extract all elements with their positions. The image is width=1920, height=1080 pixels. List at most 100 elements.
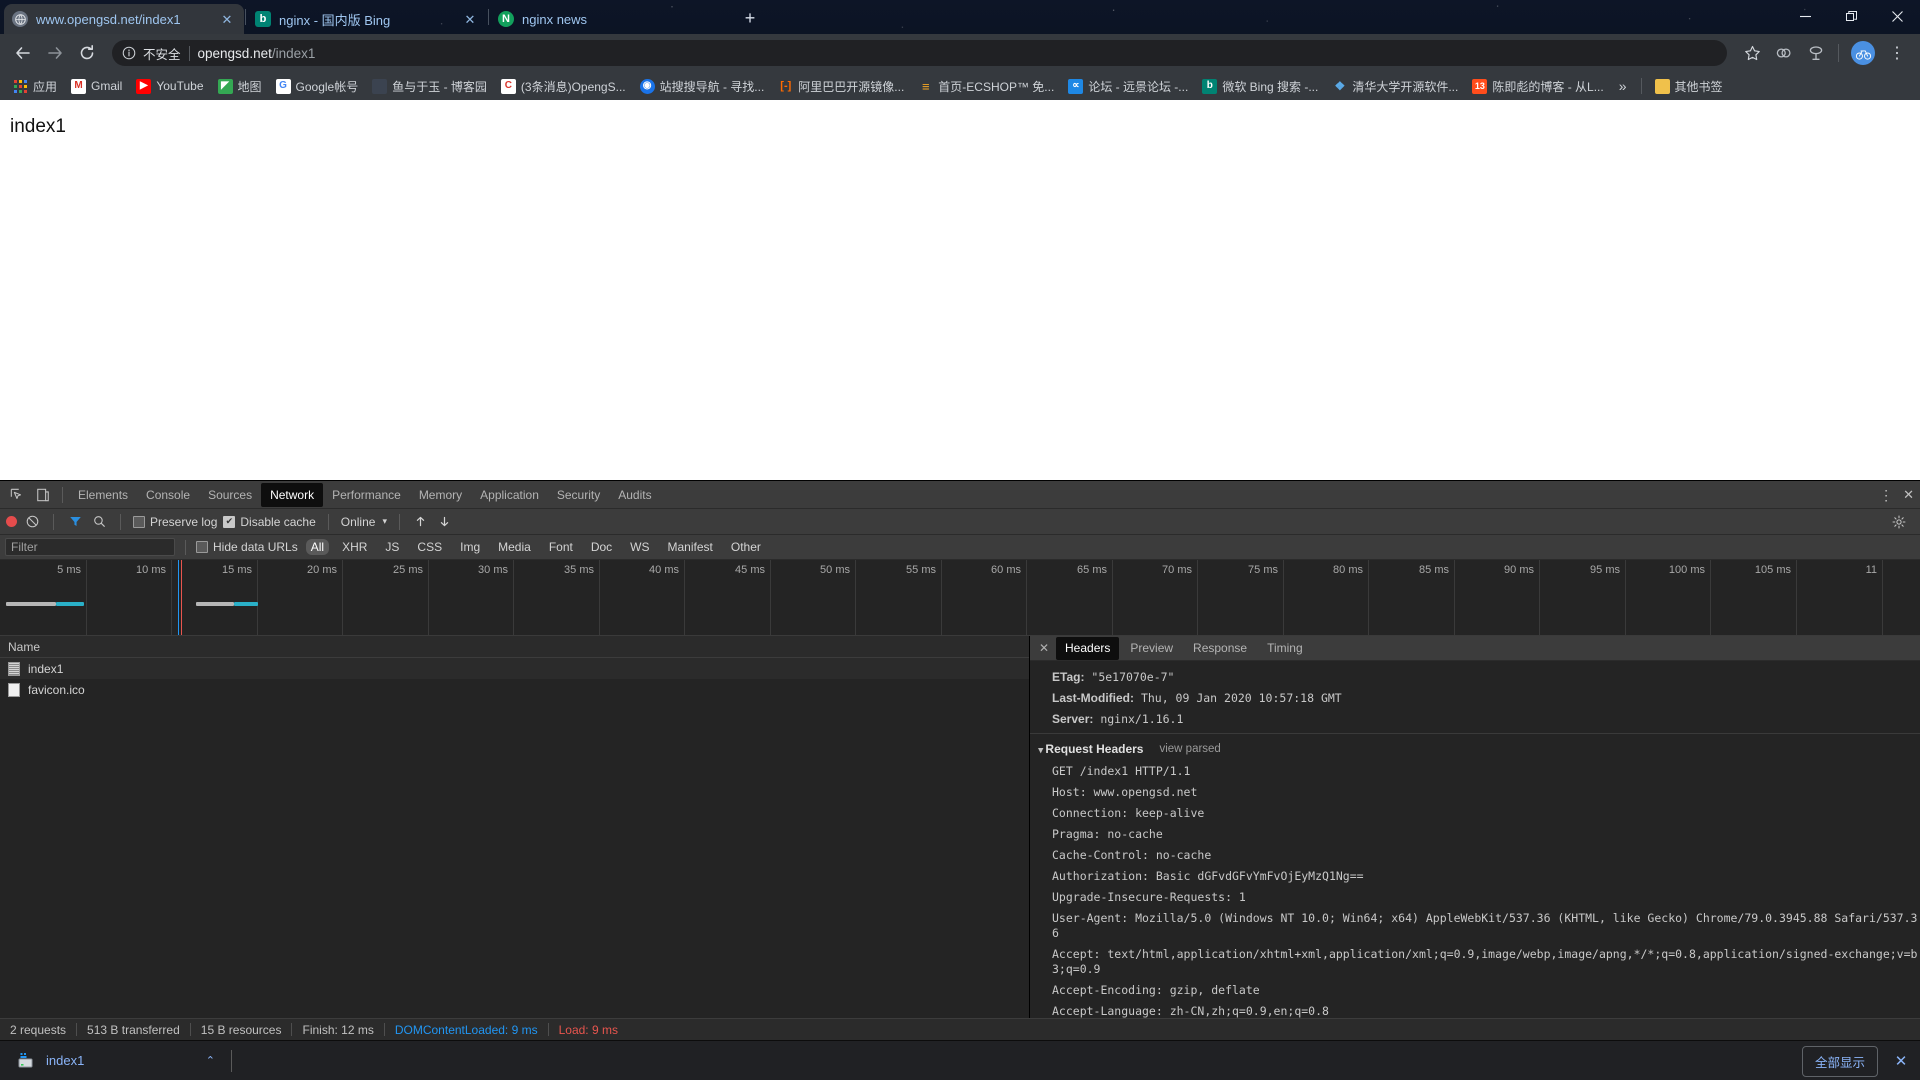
settings-gear-icon[interactable] [1886,510,1912,534]
security-status-text: 不安全 [143,47,181,62]
details-close-icon[interactable]: ✕ [1034,638,1054,658]
bookmark-item-tuna[interactable]: ❖ 清华大学开源软件... [1325,76,1465,97]
collapse-caret-icon[interactable]: ▼ [1038,746,1043,756]
devtools-tab-performance[interactable]: Performance [323,483,410,507]
devtools-tab-sources[interactable]: Sources [199,483,261,507]
filter-type-img[interactable]: Img [455,539,485,555]
bookmark-item-gmail[interactable]: M Gmail [64,77,129,96]
bookmark-item-csdn[interactable]: C (3条消息)OpengS... [494,76,633,97]
network-overview-timeline[interactable]: 5 ms 10 ms 15 ms 20 ms 25 ms 30 ms 35 ms 40 ms 4… [0,560,1920,636]
browser-tab-0[interactable]: www.opengsd.net/index1 ✕ [4,4,244,34]
record-button[interactable] [6,516,17,527]
bookmark-item-personal-blog[interactable]: 13 陈即彪的博客 - 从L... [1465,76,1610,97]
devtools-tab-application[interactable]: Application [471,483,548,507]
bookmark-item-zhansousou[interactable]: ◉ 站搜搜导航 - 寻找... [633,76,772,97]
chrome-menu-button[interactable]: ⋮ [1882,38,1912,68]
bookmark-item-maps[interactable]: ◤ 地图 [211,76,269,97]
bookmark-label: 首页-ECSHOP™ 免... [938,79,1055,94]
back-button[interactable] [8,38,38,68]
filter-button[interactable] [66,510,84,534]
other-bookmarks-folder[interactable]: 其他书签 [1648,76,1730,97]
timeline-tick [941,560,942,635]
filter-type-css[interactable]: CSS [412,539,447,555]
tab-close-icon[interactable] [704,10,722,28]
devtools-tab-elements[interactable]: Elements [69,483,137,507]
devtools-tab-network[interactable]: Network [261,482,324,507]
filter-type-media[interactable]: Media [493,539,536,555]
disable-cache-checkbox[interactable]: Disable cache [223,515,316,529]
devtools-more-button[interactable]: ⋮ [1879,487,1893,504]
bookmark-label: 鱼与于玉 - 博客园 [392,79,487,94]
dom-content-loaded-time: DOMContentLoaded: 9 ms [394,1022,538,1037]
preserve-log-checkbox[interactable]: Preserve log [133,515,217,529]
throttle-select[interactable]: Online ▾ [341,515,387,529]
devtools-tab-memory[interactable]: Memory [410,483,471,507]
close-window-button[interactable] [1874,0,1920,32]
header-row: Host: www.opengsd.net [1030,782,1920,803]
header-row: Connection: keep-alive [1030,803,1920,824]
filter-type-other[interactable]: Other [726,539,766,555]
details-tab-headers[interactable]: Headers [1056,636,1120,660]
hide-data-urls-checkbox[interactable]: Hide data URLs [196,540,298,554]
bookmark-item-youtube[interactable]: ▶ YouTube [129,77,210,96]
filter-type-font[interactable]: Font [544,539,578,555]
table-row[interactable]: favicon.ico [0,679,1029,700]
profile-avatar[interactable] [1851,41,1875,65]
youtube-icon: ▶ [136,78,152,94]
table-row[interactable]: index1 [0,658,1029,679]
minimize-window-button[interactable] [1782,0,1828,32]
details-tab-timing[interactable]: Timing [1258,637,1312,660]
device-toolbar-icon[interactable] [30,483,56,507]
show-all-downloads-button[interactable]: 全部显示 [1801,1045,1878,1077]
bookmark-item-bing[interactable]: b 微软 Bing 搜索 -... [1195,76,1325,97]
bookmark-label: 站搜搜导航 - 寻找... [659,79,765,94]
view-parsed-link[interactable]: view parsed [1159,743,1220,755]
network-filter-bar: Filter Hide data URLs All XHR JS CSS Img… [0,535,1920,560]
bookmark-item-aliyun-mirror[interactable]: [-] 阿里巴巴开源镜像... [771,76,911,97]
inspect-element-icon[interactable] [4,483,30,507]
download-item[interactable]: index1 ⌃ [8,1046,223,1076]
import-har-button[interactable] [412,510,430,534]
search-icon[interactable] [90,510,108,534]
restore-window-button[interactable] [1828,0,1874,32]
devtools-tab-audits[interactable]: Audits [609,483,660,507]
tab-close-icon[interactable]: ✕ [461,10,479,28]
page-body-text: index1 [10,116,66,137]
details-tab-preview[interactable]: Preview [1121,637,1182,660]
filter-type-manifest[interactable]: Manifest [663,539,718,555]
filter-type-js[interactable]: JS [380,539,404,555]
forward-button[interactable] [40,38,70,68]
bookmark-star-icon[interactable] [1737,38,1767,68]
filter-type-doc[interactable]: Doc [586,539,617,555]
export-har-button[interactable] [436,510,454,534]
browser-tab-1[interactable]: b nginx - 国内版 Bing ✕ [247,4,487,34]
clear-button[interactable] [23,510,41,534]
bookmark-item-cnblogs[interactable]: 鱼与于玉 - 博客园 [365,76,494,97]
tab-close-icon[interactable]: ✕ [218,10,236,28]
filter-type-all[interactable]: All [305,539,330,555]
column-header-name[interactable]: Name [8,640,40,654]
browser-tab-2[interactable]: N nginx news [490,4,730,34]
details-tab-response[interactable]: Response [1184,637,1256,660]
devtools-close-icon[interactable]: ✕ [1903,487,1914,503]
bookmark-item-google-account[interactable]: G Google帐号 [269,76,366,97]
reload-button[interactable] [72,38,102,68]
bookmark-item-ecshop[interactable]: ≡ 首页-ECSHOP™ 免... [911,76,1061,97]
request-headers-section-header[interactable]: ▼ Request Headers view parsed [1030,737,1920,761]
filter-type-xhr[interactable]: XHR [337,539,372,555]
bookmark-item-pcbeta[interactable]: ∝ 论坛 - 远景论坛 -... [1061,76,1195,97]
new-tab-button[interactable]: + [736,4,764,32]
header-value: Host: www.opengsd.net [1052,785,1198,799]
close-shelf-icon[interactable]: ✕ [1892,1052,1910,1070]
bookmarks-overflow-button[interactable]: » [1611,76,1635,96]
cast-icon[interactable] [1801,38,1831,68]
bookmark-apps[interactable]: 应用 [6,76,64,97]
devtools-tab-console[interactable]: Console [137,483,199,507]
extensions-icon[interactable] [1769,38,1799,68]
filter-type-ws[interactable]: WS [625,539,654,555]
address-bar[interactable]: 不安全 opengsd.net/index1 [112,40,1727,66]
chevron-up-icon[interactable]: ⌃ [206,1054,215,1067]
filter-input[interactable]: Filter [5,538,175,556]
blog-icon [372,78,388,94]
devtools-tab-security[interactable]: Security [548,483,609,507]
